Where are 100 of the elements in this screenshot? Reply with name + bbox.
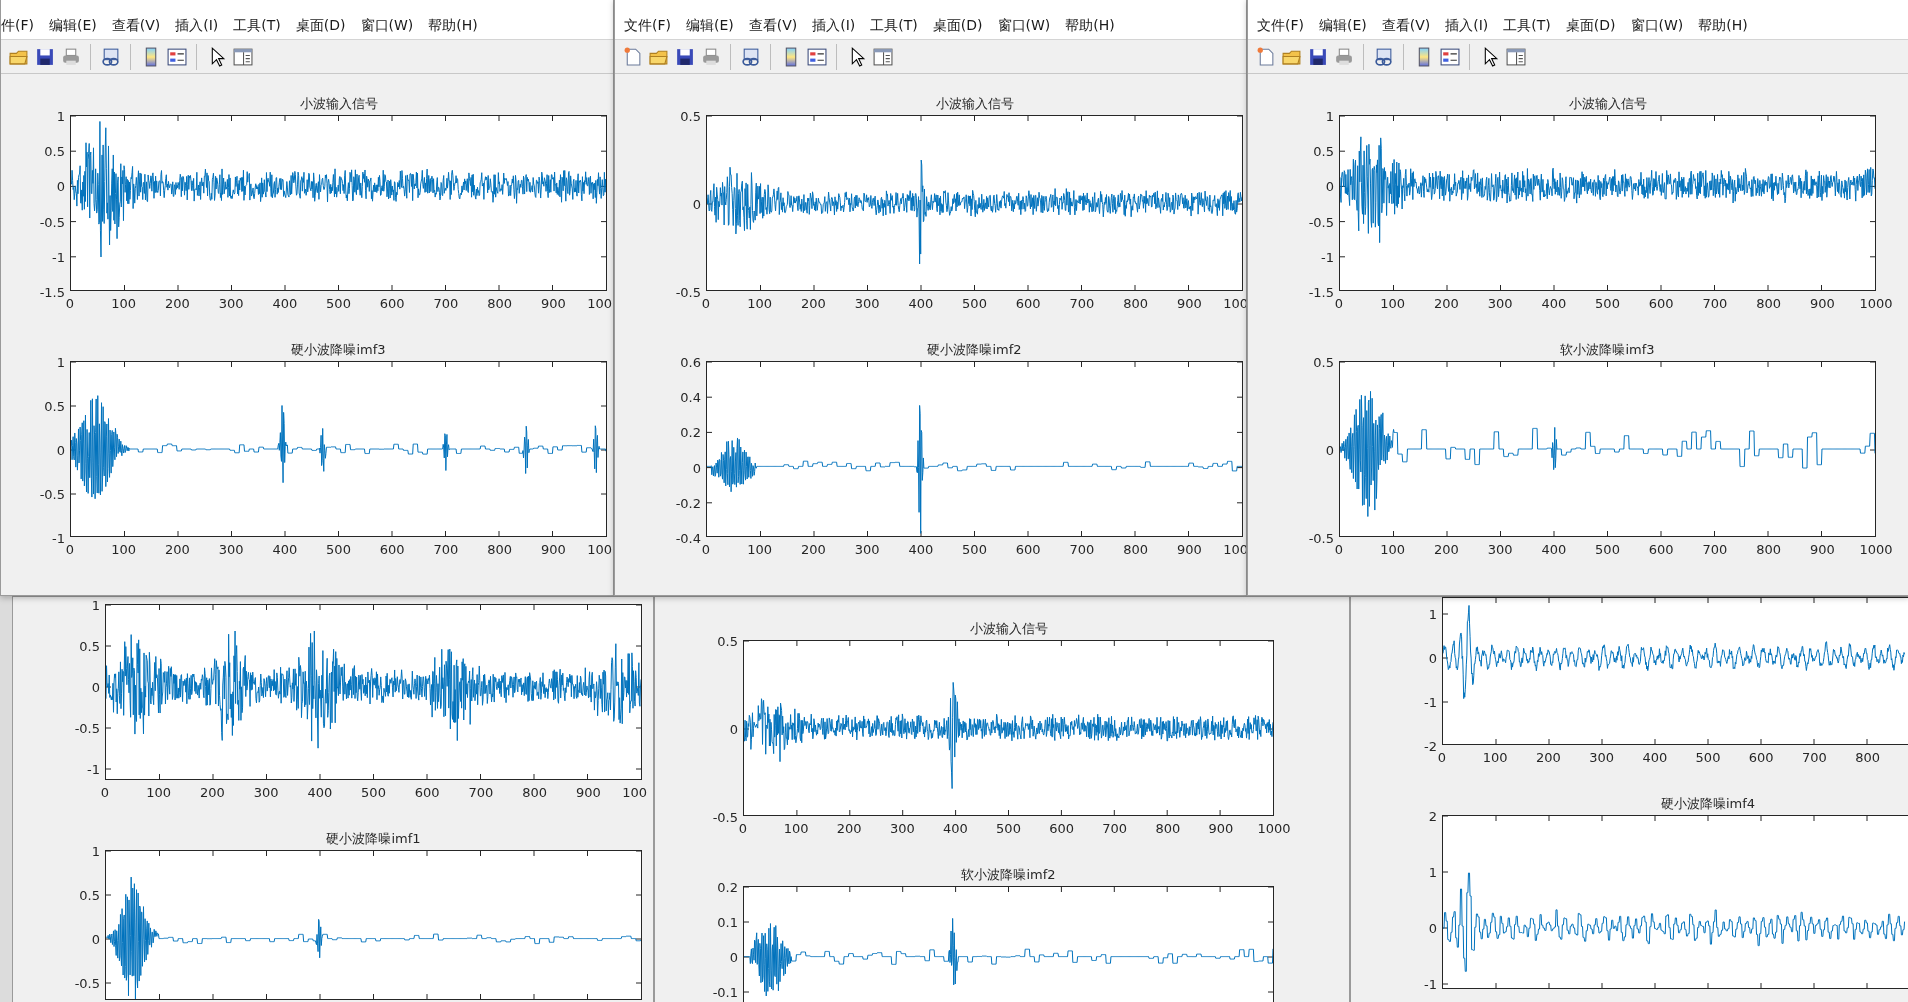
menu-item[interactable]: 查看(V) [1381,16,1431,35]
link-icon[interactable] [1373,46,1394,67]
printer-icon[interactable] [700,46,721,67]
y-tick-label: -0.1 [712,984,738,1000]
x-tick-label: 900 [1176,542,1202,557]
x-tick-label: 800 [1756,542,1781,557]
y-tick-label: -0.5 [712,809,738,825]
new-file-icon[interactable] [622,46,643,67]
x-tick-label: 100 [146,785,172,800]
x-tick-label: 600 [379,296,405,311]
legend-icon[interactable] [806,46,827,67]
link-icon[interactable] [100,46,121,67]
x-tick-label: 700 [433,296,459,311]
y-tick-label: 1 [91,597,100,613]
menu-item[interactable]: 桌面(D) [295,16,346,35]
menu-item[interactable]: 查看(V) [111,16,161,35]
y-tick-label: 0.1 [717,914,738,930]
x-tick-label: 200 [165,542,190,557]
x-tick-label: 1000 [1257,821,1291,836]
y-tick-label: 0 [56,178,65,194]
y-tick-label: 0.5 [44,143,65,159]
x-tick-label: 800 [487,542,512,557]
menu-item[interactable]: 文件(F) [1257,16,1304,35]
x-tick-label: 700 [433,542,459,557]
x-tick-label: 0 [100,785,110,800]
panel-icon[interactable] [1505,46,1526,67]
y-tick-label: -1 [52,249,65,265]
menu-item[interactable]: 编辑(E) [686,16,734,35]
y-tick-label: 1 [56,354,65,370]
panel-icon[interactable] [232,46,253,67]
x-tick-label: 300 [854,542,880,557]
x-tick-label: 800 [1756,296,1781,311]
plot-title: 硬小波降噪imf1 [326,830,421,848]
legend-icon[interactable] [166,46,187,67]
x-tick-label: 700 [1069,296,1095,311]
x-tick-label: 300 [1589,750,1614,765]
plot-title: 硬小波降噪imf2 [927,341,1022,359]
menu-item[interactable]: 查看(V) [748,16,798,35]
save-icon[interactable] [674,46,695,67]
menu-item[interactable]: 帮助(H) [1065,16,1115,35]
x-tick-label: 100 [587,296,612,311]
menu-item[interactable]: 桌面(D) [932,16,983,35]
save-icon[interactable] [1307,46,1328,67]
y-tick-label: 1 [56,108,65,124]
x-tick-label: 400 [1541,542,1567,557]
x-tick-label: 700 [1802,750,1827,765]
menu-item[interactable]: 窗口(W) [360,16,414,35]
y-tick-label: -1 [1321,249,1334,265]
menu-item[interactable]: 插入(I) [812,16,856,35]
menu-item[interactable]: 插入(I) [175,16,219,35]
x-tick-label: 0 [738,821,748,836]
x-tick-label: 700 [1069,542,1095,557]
menu-item[interactable]: 窗口(W) [997,16,1051,35]
x-tick-label: 200 [1434,542,1459,557]
printer-icon[interactable] [60,46,81,67]
y-tick-label: 0 [729,949,738,965]
y-tick-label: 0.5 [1313,354,1334,370]
x-tick-label: 300 [253,785,279,800]
y-tick-label: 0 [1428,920,1437,936]
link-icon[interactable] [740,46,761,67]
panel-icon[interactable] [872,46,893,67]
y-tick-label: 1 [1428,606,1437,622]
menu-item[interactable]: 工具(T) [233,16,281,35]
menu-item[interactable]: 桌面(D) [1565,16,1616,35]
y-tick-label: 0.5 [79,887,100,903]
x-tick-label: 800 [1123,542,1148,557]
x-tick-label: 200 [801,296,826,311]
x-tick-label: 0 [701,542,711,557]
x-tick-label: 600 [379,542,405,557]
menu-item[interactable]: 插入(I) [1445,16,1489,35]
y-tick-label: 0 [56,442,65,458]
y-tick-label: 1 [1325,108,1334,124]
x-tick-label: 300 [218,296,244,311]
x-tick-label: 0 [701,296,711,311]
x-tick-label: 900 [540,542,566,557]
new-file-icon[interactable] [1255,46,1276,67]
menu-item[interactable]: 工具(T) [870,16,918,35]
menu-item[interactable]: 文件(F) [624,16,671,35]
y-tick-label: -0.5 [1308,214,1334,230]
y-tick-label: -0.5 [39,214,65,230]
menu-item[interactable]: 窗口(W) [1630,16,1684,35]
menu-item[interactable]: 编辑(E) [1319,16,1367,35]
plot-title: 小波输入信号 [1568,95,1647,113]
menu-item[interactable]: 工具(T) [1503,16,1551,35]
x-tick-label: 700 [1102,821,1128,836]
menu-item[interactable]: 编辑(E) [49,16,97,35]
printer-icon[interactable] [1333,46,1354,67]
menu-item[interactable]: 件(F) [1,16,34,35]
x-tick-label: 500 [326,542,351,557]
y-tick-label: -0.4 [675,530,701,546]
save-icon[interactable] [34,46,55,67]
x-tick-label: 900 [1208,821,1234,836]
plot-title: 小波输入信号 [299,95,378,113]
y-tick-label: 0.2 [680,424,701,440]
legend-icon[interactable] [1439,46,1460,67]
x-tick-label: 500 [962,296,987,311]
x-tick-label: 100 [622,785,647,800]
menu-item[interactable]: 帮助(H) [1698,16,1748,35]
menu-item[interactable]: 帮助(H) [428,16,478,35]
x-tick-label: 400 [943,821,968,836]
